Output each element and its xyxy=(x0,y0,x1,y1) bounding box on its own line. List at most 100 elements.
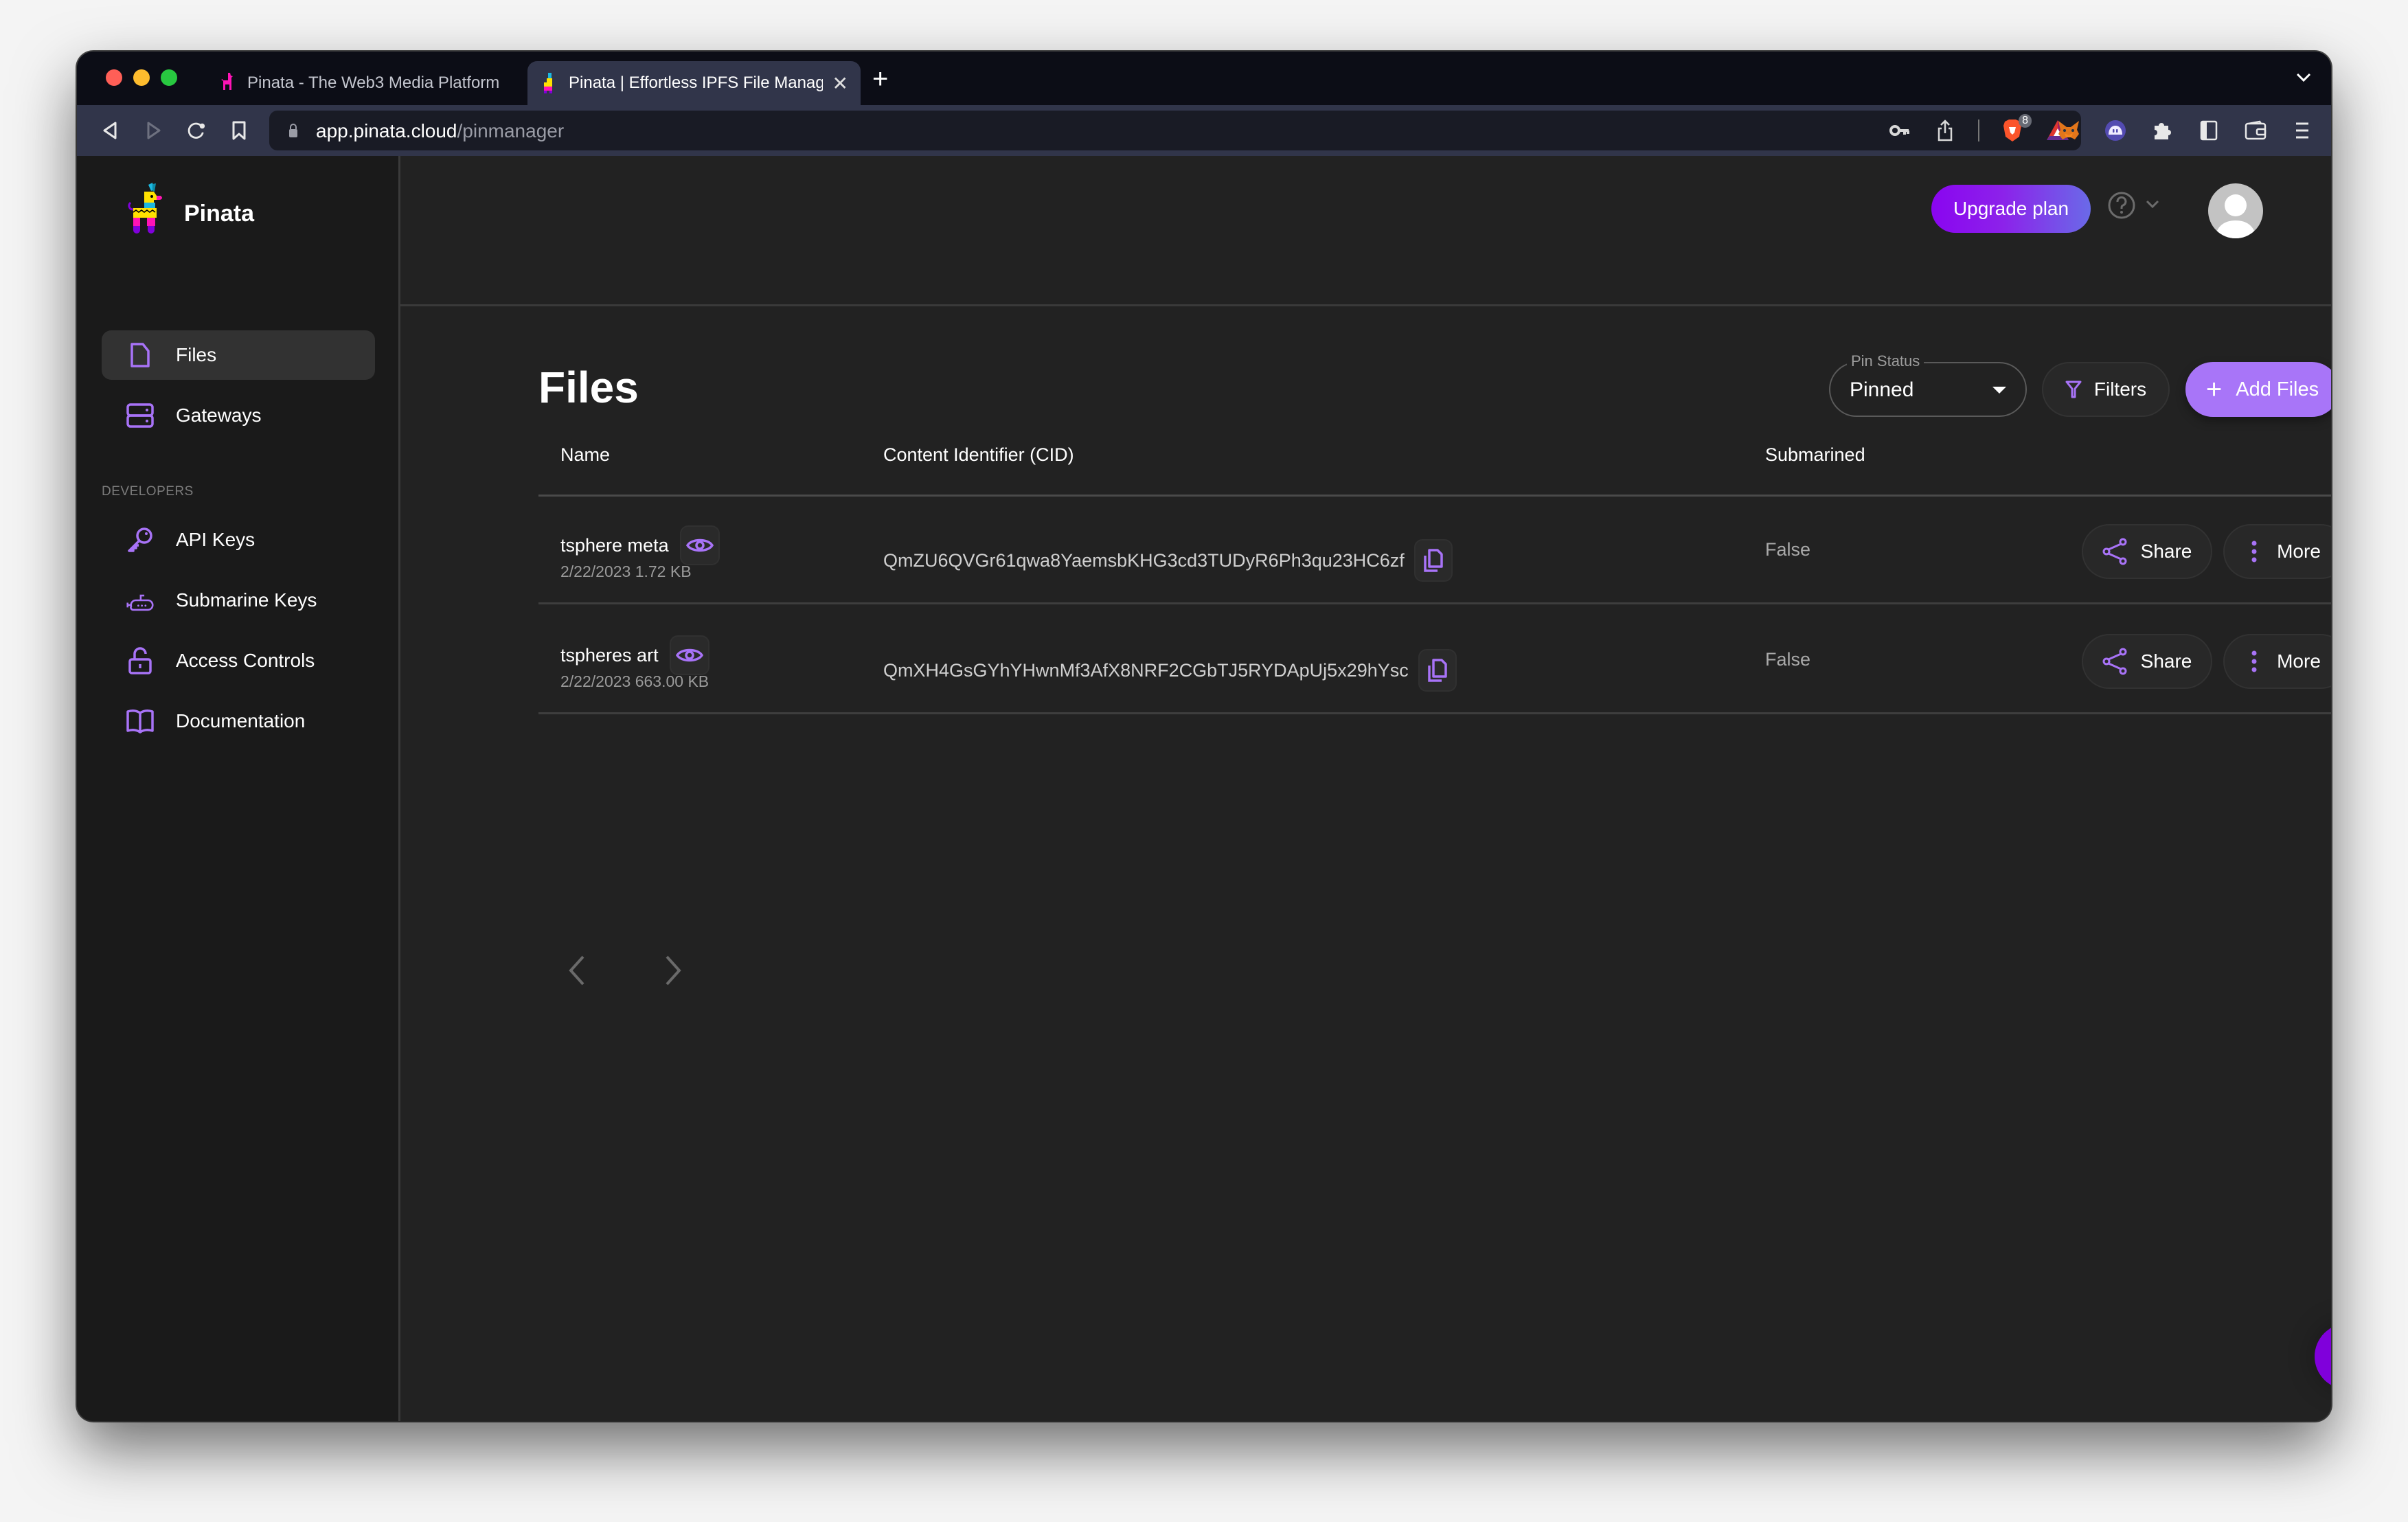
close-tab-icon[interactable]: ✕ xyxy=(832,72,848,95)
share-icon[interactable] xyxy=(1933,118,1957,143)
sidebar-item-api-keys[interactable]: API Keys xyxy=(102,515,375,565)
share-button[interactable]: Share xyxy=(2082,634,2212,689)
bookmark-icon[interactable] xyxy=(224,115,254,146)
sidebar-item-label: Files xyxy=(176,344,217,365)
previous-page-icon[interactable] xyxy=(565,953,589,988)
file-name-text: tsphere meta xyxy=(560,534,669,556)
close-window-button[interactable] xyxy=(106,69,122,86)
filters-button[interactable]: Filters xyxy=(2042,362,2170,417)
sidebar-icon[interactable] xyxy=(2196,118,2221,143)
sidebar-item-label: Submarine Keys xyxy=(176,589,317,611)
add-files-button[interactable]: + Add Files xyxy=(2185,362,2331,417)
file-icon xyxy=(130,343,150,367)
more-button[interactable]: More xyxy=(2223,634,2331,689)
extensions-icon[interactable] xyxy=(2150,118,2174,143)
pinata-favicon-icon xyxy=(221,73,233,90)
sidebar-item-label: Gateways xyxy=(176,405,262,426)
share-icon xyxy=(2102,648,2127,675)
share-icon xyxy=(2102,538,2127,565)
book-icon xyxy=(126,709,154,734)
pinata-llama-icon xyxy=(128,183,162,234)
share-label: Share xyxy=(2140,650,2192,672)
toolbar-divider xyxy=(1978,120,1979,141)
more-label: More xyxy=(2277,650,2321,672)
column-header-cid[interactable]: Content Identifier (CID) xyxy=(883,444,1074,466)
metamask-icon[interactable] xyxy=(2056,118,2081,143)
back-icon[interactable] xyxy=(95,115,125,146)
preview-button[interactable] xyxy=(679,525,720,565)
brave-shields-icon[interactable]: 8 xyxy=(2000,114,2032,143)
top-header: Upgrade plan xyxy=(400,156,2331,306)
table-row: tsphere meta 2/22/2023 1.72 KB QmZU6QVGr… xyxy=(538,497,2331,606)
reload-icon[interactable] xyxy=(181,115,212,146)
tab-pinata-pinmanager[interactable]: Pinata | Effortless IPFS File Management… xyxy=(527,61,861,105)
submarined-value: False xyxy=(1765,649,1811,670)
more-button[interactable]: More xyxy=(2223,524,2331,579)
phantom-icon[interactable] xyxy=(2103,118,2128,143)
preview-button[interactable] xyxy=(669,635,709,675)
share-label: Share xyxy=(2140,541,2192,562)
filter-icon xyxy=(2065,380,2082,398)
pin-status-label: Pin Status xyxy=(1847,352,1924,370)
copy-cid-button[interactable] xyxy=(1413,539,1453,582)
forward-icon[interactable] xyxy=(139,115,169,146)
address-bar[interactable]: app.pinata.cloud/pinmanager 8 xyxy=(269,111,2081,150)
add-files-label: Add Files xyxy=(2236,378,2319,400)
user-avatar-icon xyxy=(2215,194,2256,238)
help-circle-icon[interactable] xyxy=(2108,192,2135,219)
file-meta: 2/22/2023 1.72 KB xyxy=(560,563,692,580)
share-button[interactable]: Share xyxy=(2082,524,2212,579)
cid-cell: QmZU6QVGr61qwa8YaemsbKHG3cd3TUDyR6Ph3qu2… xyxy=(883,539,1453,582)
row-divider xyxy=(538,602,2331,604)
submarined-value: False xyxy=(1765,539,1811,560)
sidebar-item-gateways[interactable]: Gateways xyxy=(102,391,375,440)
main-content: Upgrade plan Files Pin Status Pinned Fil… xyxy=(400,156,2331,1421)
pin-status-select[interactable]: Pin Status Pinned xyxy=(1829,352,2027,417)
sidebar-item-documentation[interactable]: Documentation xyxy=(102,696,375,746)
next-page-icon[interactable] xyxy=(661,953,685,988)
file-name: tspheres art xyxy=(560,635,709,675)
wallet-icon[interactable] xyxy=(2243,118,2268,143)
pinata-logo[interactable]: Pinata xyxy=(125,182,254,245)
tab-list-chevron-icon[interactable] xyxy=(2295,67,2312,88)
eye-icon xyxy=(685,538,714,552)
sidebar-item-label: Documentation xyxy=(176,710,306,731)
filters-label: Filters xyxy=(2093,378,2147,400)
url-text[interactable]: app.pinata.cloud/pinmanager xyxy=(316,120,564,142)
sidebar: Pinata Files Gateways DEVELOPERS API Key… xyxy=(77,156,400,1421)
pinata-help-fab[interactable] xyxy=(2315,1324,2331,1389)
browser-window: Pinata - The Web3 Media Platform Pinata … xyxy=(77,52,2331,1421)
upgrade-plan-button[interactable]: Upgrade plan xyxy=(1931,185,2091,233)
unlock-icon xyxy=(128,647,152,674)
tab-bar: Pinata - The Web3 Media Platform Pinata … xyxy=(77,52,2331,105)
sidebar-item-files[interactable]: Files xyxy=(102,330,375,380)
caret-down-icon xyxy=(1992,387,2006,394)
server-icon xyxy=(126,403,154,428)
key-icon[interactable] xyxy=(1887,118,1912,143)
sidebar-item-label: Access Controls xyxy=(176,650,315,671)
submarine-icon xyxy=(126,594,154,611)
new-tab-button[interactable]: + xyxy=(872,65,888,93)
more-vertical-icon xyxy=(2251,650,2257,672)
column-header-submarined[interactable]: Submarined xyxy=(1765,444,1865,466)
copy-cid-button[interactable] xyxy=(1418,649,1457,692)
sidebar-item-submarine-keys[interactable]: Submarine Keys xyxy=(102,576,375,625)
shields-count-badge: 8 xyxy=(2019,114,2032,128)
tab-title: Pinata | Effortless IPFS File Management xyxy=(569,73,823,92)
minimize-window-button[interactable] xyxy=(133,69,150,86)
file-name-text: tspheres art xyxy=(560,644,659,666)
page-title: Files xyxy=(538,363,639,412)
plus-icon: + xyxy=(2205,374,2223,405)
file-meta: 2/22/2023 663.00 KB xyxy=(560,672,709,690)
browser-toolbar: app.pinata.cloud/pinmanager 8 xyxy=(77,105,2331,156)
copy-icon xyxy=(1428,659,1447,682)
eye-icon xyxy=(675,648,703,662)
sidebar-item-access-controls[interactable]: Access Controls xyxy=(102,636,375,685)
menu-icon[interactable] xyxy=(2290,118,2315,143)
copy-icon xyxy=(1424,549,1443,572)
user-avatar[interactable] xyxy=(2208,183,2263,238)
maximize-window-button[interactable] xyxy=(161,69,177,86)
column-header-name[interactable]: Name xyxy=(560,444,610,466)
more-vertical-icon xyxy=(2251,541,2257,563)
chevron-down-icon[interactable] xyxy=(2145,198,2160,209)
